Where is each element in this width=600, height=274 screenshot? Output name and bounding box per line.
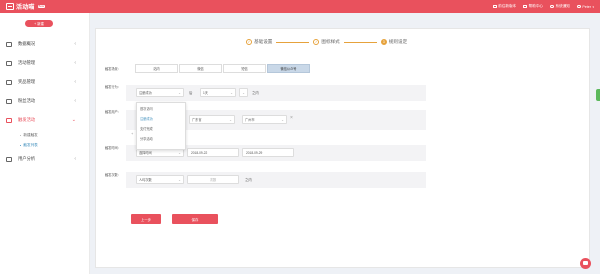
step-rules: 3 规则设定 <box>380 39 408 45</box>
chevron-down-icon: ⌄ <box>178 90 181 95</box>
count-type-select[interactable]: 人均次数 ⌄ <box>136 175 184 184</box>
chevron-left-icon: ‹ <box>74 41 76 47</box>
chevron-left-icon: ‹ <box>74 156 76 162</box>
help-icon <box>523 4 528 9</box>
city-select[interactable]: 广州市 ⌄ <box>242 115 287 124</box>
user-icon <box>576 4 581 9</box>
tab-wechat[interactable]: 微信 <box>179 64 222 73</box>
dropdown-option[interactable]: 首次访问 <box>137 104 185 113</box>
chart-icon <box>6 41 12 47</box>
sidebar-item-user-analysis[interactable]: 用户分析 ‹ <box>0 152 90 166</box>
chevron-left-icon: ‹ <box>74 98 76 104</box>
tab-site[interactable]: 站内 <box>135 64 178 73</box>
help-link[interactable]: 帮助中心 <box>523 4 543 9</box>
dropdown-option-selected[interactable]: 注册成功 <box>137 114 185 123</box>
trigger-icon <box>6 117 12 123</box>
trigger-time-label: 触发时间： <box>105 146 121 150</box>
behavior-dropdown-menu: 首次访问 注册成功 支付完成 分享活动 <box>136 102 186 150</box>
time-select[interactable]: 1天 ⌄ <box>200 88 236 97</box>
tab-sms[interactable]: 短信 <box>223 64 266 73</box>
sidebar-item-trigger[interactable]: 触发活动 ⌄ <box>0 113 90 127</box>
step-number: 3 <box>380 39 387 45</box>
chevron-down-icon: ⌄ <box>281 117 284 122</box>
start-date-input[interactable]: 2018-09-22 <box>187 148 239 157</box>
chevron-down-icon: ⌄ <box>242 90 245 95</box>
brand-tag: Beta <box>37 5 45 8</box>
step-indicator: ✓ 基础设置 ✓ 图标样式 3 规则设定 <box>246 38 407 46</box>
chevron-down-icon: ⌄ <box>230 90 233 95</box>
chevron-down-icon: ⌄ <box>229 117 232 122</box>
step-style: ✓ 图标样式 <box>313 39 340 45</box>
unit-select[interactable]: ⌄ <box>239 88 248 97</box>
province-select[interactable]: 广东省 ⌄ <box>189 115 235 124</box>
form-card: ✓ 基础设置 ✓ 图标样式 3 规则设定 触发场景： 站内 微信 短信 微信公众… <box>95 28 590 268</box>
check-icon: ✓ <box>246 39 252 45</box>
gift-icon <box>6 79 12 85</box>
sidebar-item-prizes[interactable]: 奖品管理 ‹ <box>0 75 90 89</box>
chat-icon[interactable] <box>580 258 591 269</box>
sidebar-item-fans[interactable]: 粉丝活动 ‹ <box>0 94 90 108</box>
count-suffix: 之内 <box>245 178 252 182</box>
remove-icon[interactable]: × <box>290 115 293 121</box>
scene-tabs: 站内 微信 短信 微信公众号 <box>135 64 311 73</box>
sidebar-item-dashboard[interactable]: 数据概况 ‹ <box>0 37 90 51</box>
chevron-left-icon: ‹ <box>74 79 76 85</box>
user-icon <box>6 156 12 162</box>
top-links: 前往新版本 帮助中心 系统通知 Peter ▾ <box>492 0 594 13</box>
list-icon <box>6 60 12 66</box>
top-bar: 活动喵 Beta 前往新版本 帮助中心 系统通知 Peter ▾ <box>0 0 600 13</box>
chevron-left-icon: ‹ <box>74 60 76 66</box>
notification-link[interactable]: 系统通知 <box>550 4 570 9</box>
count-input[interactable]: 次数 <box>187 175 239 184</box>
chevron-down-icon: ⌄ <box>178 177 181 182</box>
prev-button[interactable]: 上一步 <box>131 214 161 224</box>
chevron-down-icon: ▾ <box>592 4 594 9</box>
trigger-users-label: 触发用户： <box>105 110 121 114</box>
add-icon[interactable]: + <box>131 131 133 136</box>
sidebar-subitem-new-trigger[interactable]: 新建触发 <box>20 133 38 138</box>
chevron-down-icon: ⌄ <box>71 117 76 123</box>
new-button[interactable]: + 新建 <box>25 20 53 27</box>
sidebar: + 新建 数据概况 ‹ 活动管理 ‹ 奖品管理 ‹ 粉丝活动 ‹ 触发活动 ⌄ … <box>0 13 90 274</box>
check-icon: ✓ <box>313 39 320 45</box>
behavior-join: 后 <box>189 91 193 95</box>
behavior-select[interactable]: 注册成功 ⌄ <box>136 88 184 97</box>
brand[interactable]: 活动喵 Beta <box>0 0 45 13</box>
dropdown-option[interactable]: 分享活动 <box>137 134 185 143</box>
trigger-behavior-label: 触发行为： <box>105 85 121 89</box>
bell-icon <box>550 4 555 9</box>
end-date-input[interactable]: 2018-09-29 <box>242 148 294 157</box>
behavior-suffix: 之内 <box>252 91 259 95</box>
save-button[interactable]: 保存 <box>172 214 218 224</box>
step-basic: ✓ 基础设置 <box>246 39 273 45</box>
feedback-tab[interactable] <box>596 89 600 101</box>
logo-icon <box>6 3 14 10</box>
tab-wechat-official[interactable]: 微信公众号 <box>267 64 310 73</box>
chevron-down-icon: ⌄ <box>178 150 181 155</box>
dropdown-option[interactable]: 支付完成 <box>137 124 185 133</box>
sidebar-item-activities[interactable]: 活动管理 ‹ <box>0 56 90 70</box>
user-menu[interactable]: Peter ▾ <box>576 4 594 9</box>
sidebar-subitem-trigger-list[interactable]: 触发列表 <box>20 143 38 148</box>
trigger-count-label: 触发次数： <box>105 173 121 177</box>
swap-icon <box>492 4 497 9</box>
brand-name: 活动喵 <box>16 5 35 11</box>
new-version-link[interactable]: 前往新版本 <box>492 4 516 9</box>
image-icon <box>6 98 12 104</box>
trigger-scene-label: 触发场景： <box>105 67 121 71</box>
